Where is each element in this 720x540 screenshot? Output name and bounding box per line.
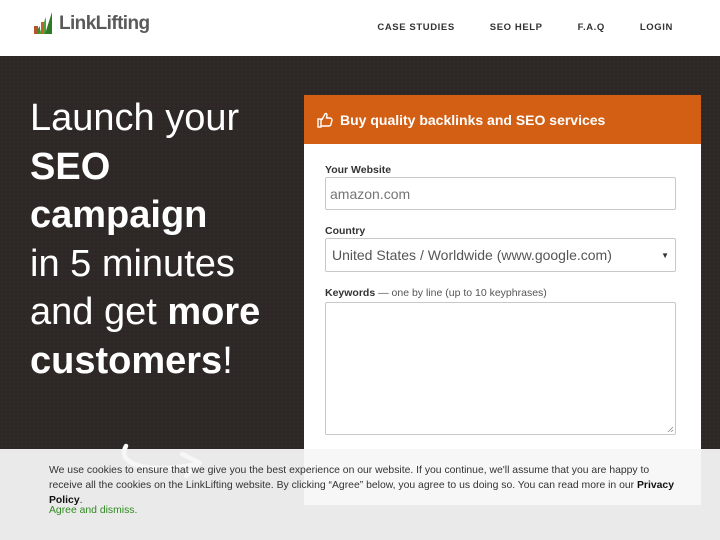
website-input[interactable] — [325, 177, 676, 210]
headline-line-2: SEO — [30, 145, 111, 188]
headline-line-5-bold: more — [167, 291, 261, 333]
keywords-label-text: Keywords — [325, 287, 376, 299]
resize-handle-icon[interactable] — [667, 426, 674, 433]
headline-line-5-pre: and get — [30, 291, 168, 333]
headline-line-1: Launch your — [30, 97, 240, 139]
caret-down-icon: ▼ — [661, 250, 669, 260]
thumbs-up-icon — [317, 112, 333, 128]
keywords-note: — one by line (up to 10 keyphrases) — [375, 287, 547, 299]
country-selected-value: United States / Worldwide (www.google.co… — [332, 247, 612, 263]
keywords-textarea[interactable] — [325, 302, 676, 435]
country-label: Country — [325, 225, 366, 237]
linklifting-logo-icon — [34, 12, 52, 34]
keywords-label: Keywords — one by line (up to 10 keyphra… — [325, 287, 676, 299]
form-header: Buy quality backlinks and SEO services — [304, 95, 701, 144]
form-title: Buy quality backlinks and SEO services — [340, 111, 606, 128]
nav-login[interactable]: LOGIN — [640, 22, 673, 33]
nav-case-studies[interactable]: CASE STUDIES — [377, 22, 454, 33]
nav-seo-help[interactable]: SEO HELP — [490, 22, 543, 33]
order-form-card: Buy quality backlinks and SEO services Y… — [304, 95, 701, 505]
hero-headline: Launch your SEO campaign in 5 minutes an… — [30, 94, 260, 385]
nav-faq[interactable]: F.A.Q — [578, 22, 605, 33]
site-header: LinkLifting CASE STUDIES SEO HELP F.A.Q … — [0, 0, 720, 56]
brand-name: LinkLifting — [59, 13, 150, 34]
website-label: Your Website — [325, 164, 392, 176]
headline-line-6-post: ! — [222, 339, 233, 382]
country-select[interactable]: United States / Worldwide (www.google.co… — [325, 238, 676, 272]
agree-dismiss-link[interactable]: Agree and dismiss. — [49, 505, 137, 516]
headline-line-3: campaign — [30, 194, 208, 236]
logo[interactable]: LinkLifting — [32, 12, 150, 36]
headline-line-4: in 5 minutes — [30, 242, 235, 285]
main-nav: CASE STUDIES SEO HELP F.A.Q LOGIN — [342, 22, 673, 33]
cookie-message: We use cookies to ensure that we give yo… — [49, 463, 679, 508]
cookie-banner: We use cookies to ensure that we give yo… — [0, 449, 720, 540]
cookie-text: We use cookies to ensure that we give yo… — [49, 465, 650, 491]
headline-line-6-bold: customers — [30, 339, 223, 382]
order-form: Your Website Country United States / Wor… — [304, 144, 701, 435]
